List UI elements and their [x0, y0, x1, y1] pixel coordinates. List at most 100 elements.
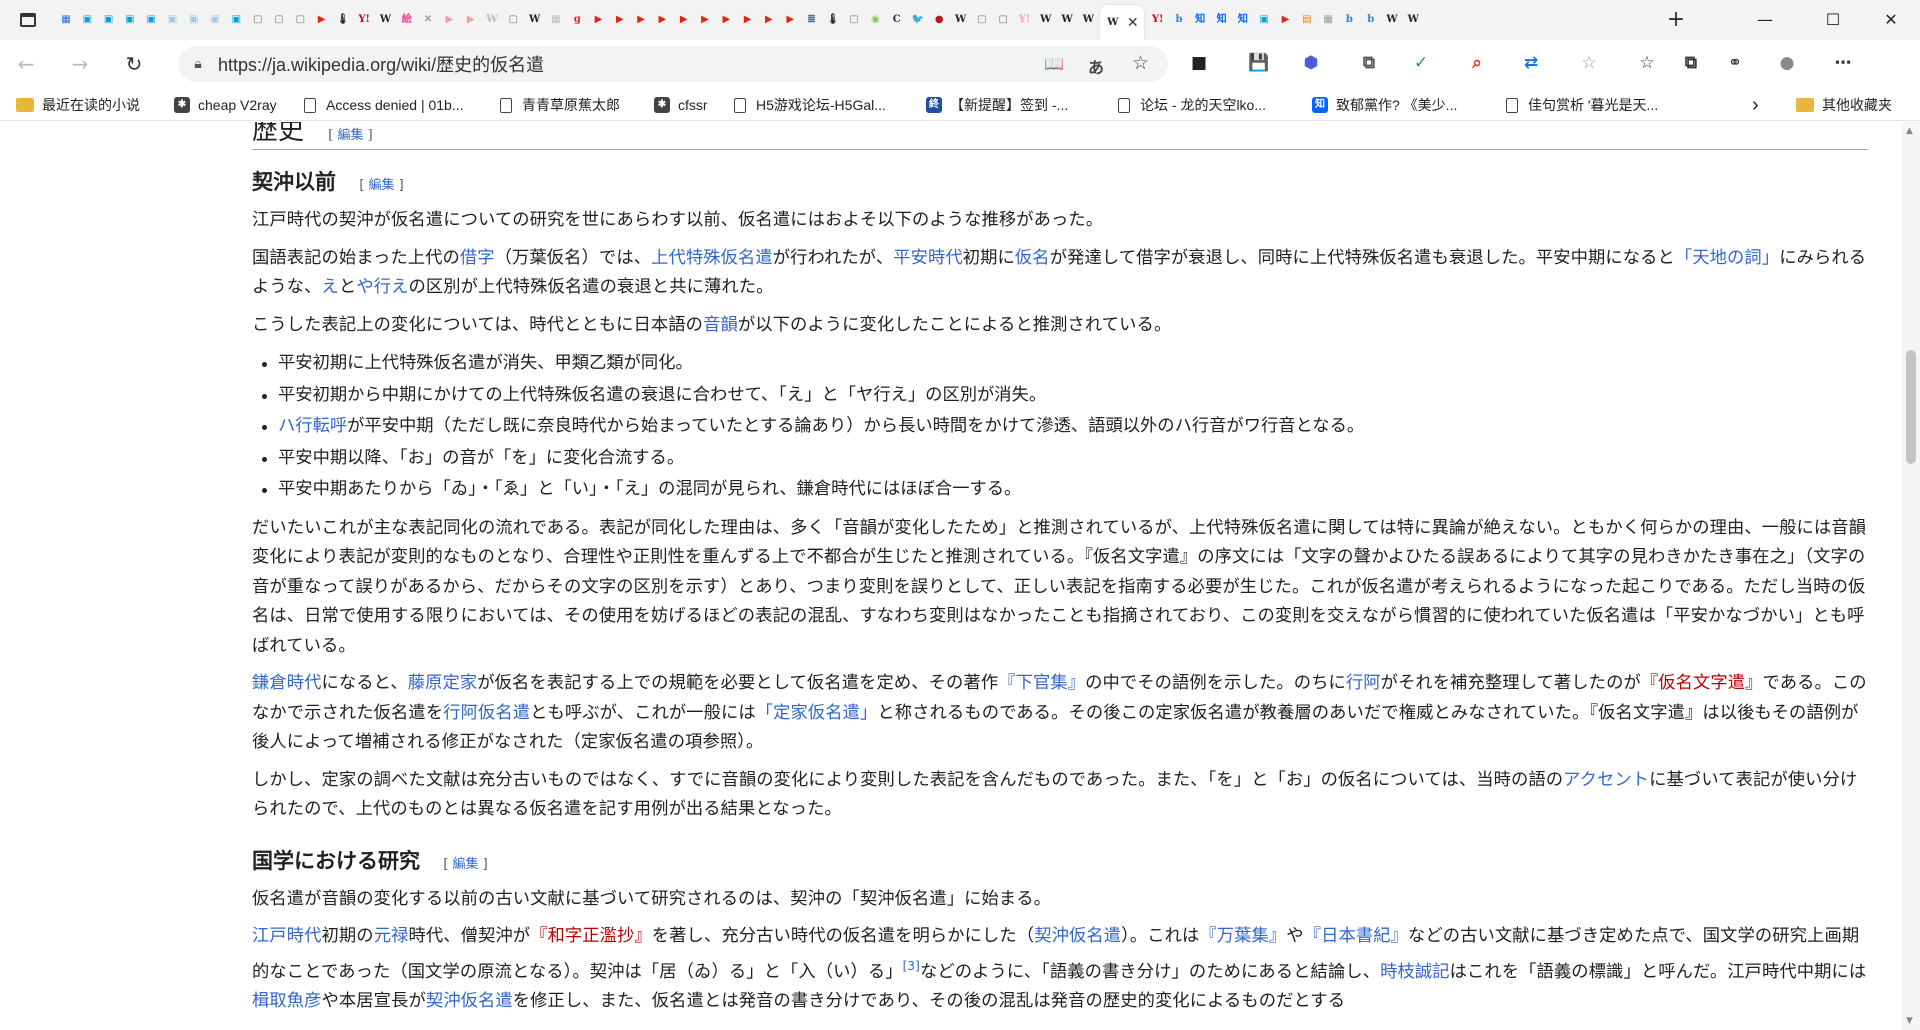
shield-icon[interactable]: ✓ [1410, 52, 1432, 74]
browser-tab[interactable]: W [951, 7, 971, 33]
tab-actions-button[interactable] [0, 0, 56, 40]
browser-tab[interactable]: ▶ [695, 7, 715, 33]
edit-section-link[interactable]: 編集 [453, 857, 479, 872]
link-icon[interactable]: ⚭ [1724, 52, 1746, 74]
browser-tab[interactable]: ▶ [738, 7, 758, 33]
wiki-link[interactable]: え [322, 277, 339, 297]
reload-button[interactable]: ↻ [116, 46, 152, 82]
wiki-link[interactable]: 『万葉集』 [1199, 926, 1286, 946]
browser-tab[interactable]: W ✕ [1099, 5, 1144, 40]
browser-tab[interactable]: Y! [1015, 7, 1035, 33]
translate-icon[interactable]: ⇄ [1520, 52, 1542, 74]
browser-tab[interactable]: b [1339, 7, 1359, 33]
browser-tab[interactable]: W [1382, 7, 1402, 33]
browser-tab[interactable]: ▦ [546, 7, 566, 33]
wiki-link[interactable]: 音韻 [703, 315, 738, 335]
browser-tab[interactable]: C [887, 7, 907, 33]
wiki-link[interactable]: アクセント [1563, 770, 1649, 790]
bookmark-item[interactable]: 終【新提醒】签到 -... [926, 94, 1068, 116]
forward-button[interactable]: → [62, 46, 98, 82]
scrollbar-thumb[interactable] [1906, 350, 1916, 464]
puzzle-icon[interactable]: ⧉ [1358, 52, 1380, 74]
wiki-link[interactable]: 『下官集』 [998, 673, 1085, 693]
red-wiki-link[interactable]: 『仮名文字遣』 [1641, 673, 1763, 693]
translate-page-icon[interactable]: あ [1088, 54, 1104, 78]
browser-tab[interactable]: ▣ [226, 7, 246, 33]
bookmark-folder[interactable]: 最近在读的小说 [16, 94, 140, 116]
wiki-link[interactable]: 鎌倉時代 [252, 673, 322, 693]
wiki-link[interactable]: ハ行転呼 [278, 416, 347, 436]
browser-tab[interactable]: ▶ [652, 7, 672, 33]
browser-tab[interactable]: ✕ [418, 7, 438, 33]
extension-dark-icon[interactable]: ■ [1188, 52, 1210, 74]
browser-tab[interactable]: ▣ [184, 7, 204, 33]
more-icon[interactable]: ⋯ [1832, 52, 1854, 74]
browser-tab[interactable]: ▢ [269, 7, 289, 33]
browser-tab[interactable]: 🐦 [908, 7, 928, 33]
browser-tab[interactable]: b [1169, 7, 1189, 33]
edit-section-link[interactable]: 編集 [338, 128, 364, 143]
wiki-link[interactable]: 契沖仮名遣 [1034, 926, 1121, 946]
browser-tab[interactable]: ▶ [1276, 7, 1296, 33]
address-bar[interactable]: 🔒︎ https://ja.wikipedia.org/wiki/歴史的仮名遣 … [178, 46, 1168, 82]
wiki-link[interactable]: 藤原定家 [408, 673, 478, 693]
bookmark-item[interactable]: H5游戏论坛-H5Gal... [734, 94, 886, 116]
browser-tab[interactable]: ▣ [141, 7, 161, 33]
browser-tab[interactable]: ▣ [1254, 7, 1274, 33]
wiki-link[interactable]: 契沖仮名遣 [426, 991, 513, 1011]
collections-icon[interactable]: ⧉ [1680, 52, 1702, 74]
more-bookmarks-button[interactable]: › [1752, 94, 1759, 116]
browser-tab[interactable]: ▢ [290, 7, 310, 33]
bookmark-folder[interactable]: 其他收藏夹 [1796, 94, 1892, 116]
browser-tab[interactable]: 知 [1233, 7, 1253, 33]
browser-tab[interactable]: 知 [1190, 7, 1210, 33]
browser-tab[interactable]: ▦ [1318, 7, 1338, 33]
browser-tab[interactable]: Y! [354, 7, 374, 33]
url-text[interactable]: https://ja.wikipedia.org/wiki/歴史的仮名遣 [218, 51, 544, 77]
search-red-icon[interactable]: ⌕ [1466, 52, 1488, 74]
browser-tab[interactable]: ▶ [674, 7, 694, 33]
reader-view-icon[interactable]: 📖 [1044, 54, 1064, 73]
bookmark-item[interactable]: 青青草原蕉太郎 [500, 94, 620, 116]
browser-tab[interactable]: ▣ [205, 7, 225, 33]
vertical-scrollbar[interactable]: ▲ ▼ [1902, 122, 1920, 1030]
browser-tab[interactable]: ▶ [312, 7, 332, 33]
browser-tab[interactable]: W [1403, 7, 1423, 33]
browser-tab[interactable]: Y! [1148, 7, 1168, 33]
new-tab-button[interactable]: + [1664, 9, 1688, 33]
profile-icon[interactable]: ● [1776, 52, 1798, 74]
favorites-icon[interactable]: ☆ [1578, 52, 1600, 74]
browser-tab[interactable]: ▶ [439, 7, 459, 33]
edit-section-link[interactable]: 編集 [369, 178, 395, 193]
browser-tab[interactable]: W [525, 7, 545, 33]
browser-tab[interactable]: ▶ [589, 7, 609, 33]
browser-tab[interactable]: ▶ [759, 7, 779, 33]
browser-tab[interactable]: ▢ [972, 7, 992, 33]
browser-tab[interactable]: ≣ [802, 7, 822, 33]
browser-tab[interactable]: 知 [1212, 7, 1232, 33]
cube-icon[interactable]: ⬢ [1300, 52, 1322, 74]
browser-tab[interactable]: W [376, 7, 396, 33]
browser-tab[interactable]: ▦ [56, 7, 76, 33]
wiki-link[interactable]: 元禄 [374, 926, 409, 946]
wiki-link[interactable]: 行阿仮名遣 [443, 703, 530, 723]
scroll-down-icon[interactable]: ▼ [1906, 1016, 1913, 1026]
browser-tab[interactable]: ▶ [716, 7, 736, 33]
browser-tab[interactable]: ▣ [99, 7, 119, 33]
red-wiki-link[interactable]: 『和字正濫抄』 [530, 926, 652, 946]
browser-tab[interactable]: ▣ [120, 7, 140, 33]
browser-tab[interactable]: ▢ [844, 7, 864, 33]
browser-tab[interactable]: 🌡 [333, 7, 353, 33]
browser-tab[interactable]: W [1078, 7, 1098, 33]
bookmark-item[interactable]: 佳句赏析 '暮光是天... [1506, 94, 1658, 116]
browser-tab[interactable]: ▶ [780, 7, 800, 33]
maximize-button[interactable]: ☐ [1810, 6, 1856, 34]
bookmark-item[interactable]: ✱ cheap V2ray [174, 94, 277, 116]
favorites-list-icon[interactable]: ☆ [1636, 52, 1658, 74]
wiki-link[interactable]: 仮名 [1015, 248, 1050, 268]
citation-link[interactable]: [3] [903, 959, 920, 973]
bookmark-item[interactable]: Access denied | 01b... [304, 94, 464, 116]
wiki-link[interactable]: 時枝誠記 [1380, 961, 1450, 981]
scroll-up-icon[interactable]: ▲ [1906, 126, 1913, 136]
wiki-link[interactable]: 行阿 [1346, 673, 1381, 693]
